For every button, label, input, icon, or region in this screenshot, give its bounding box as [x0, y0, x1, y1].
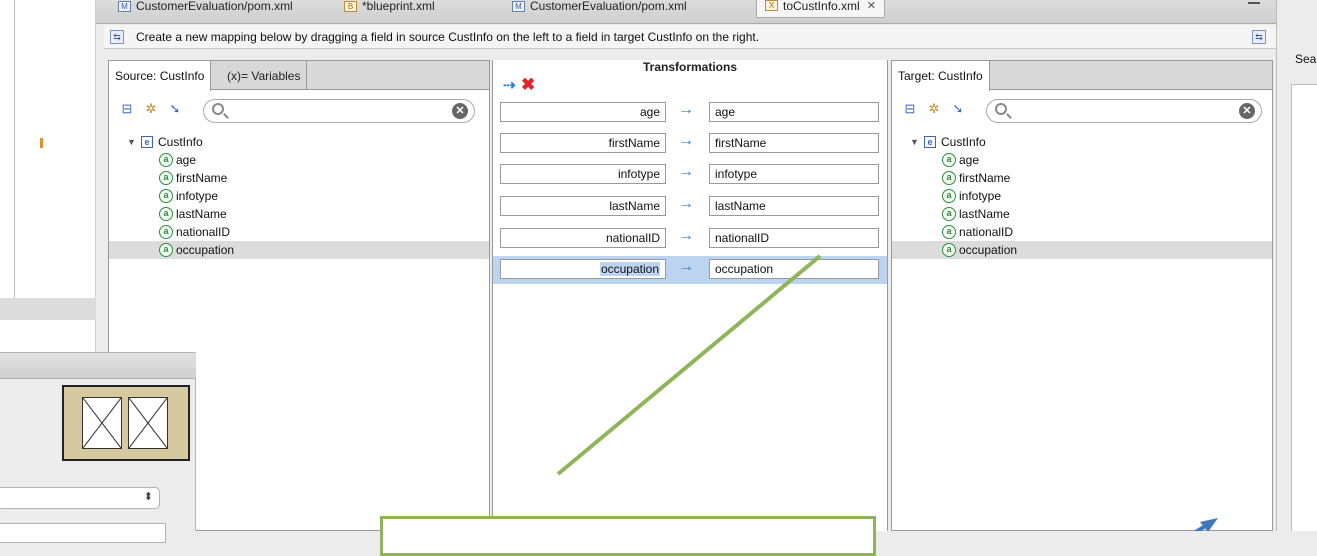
annotation-green-line — [556, 254, 822, 476]
annotation-layer — [556, 254, 1218, 531]
annotation-callout-box — [380, 516, 876, 556]
